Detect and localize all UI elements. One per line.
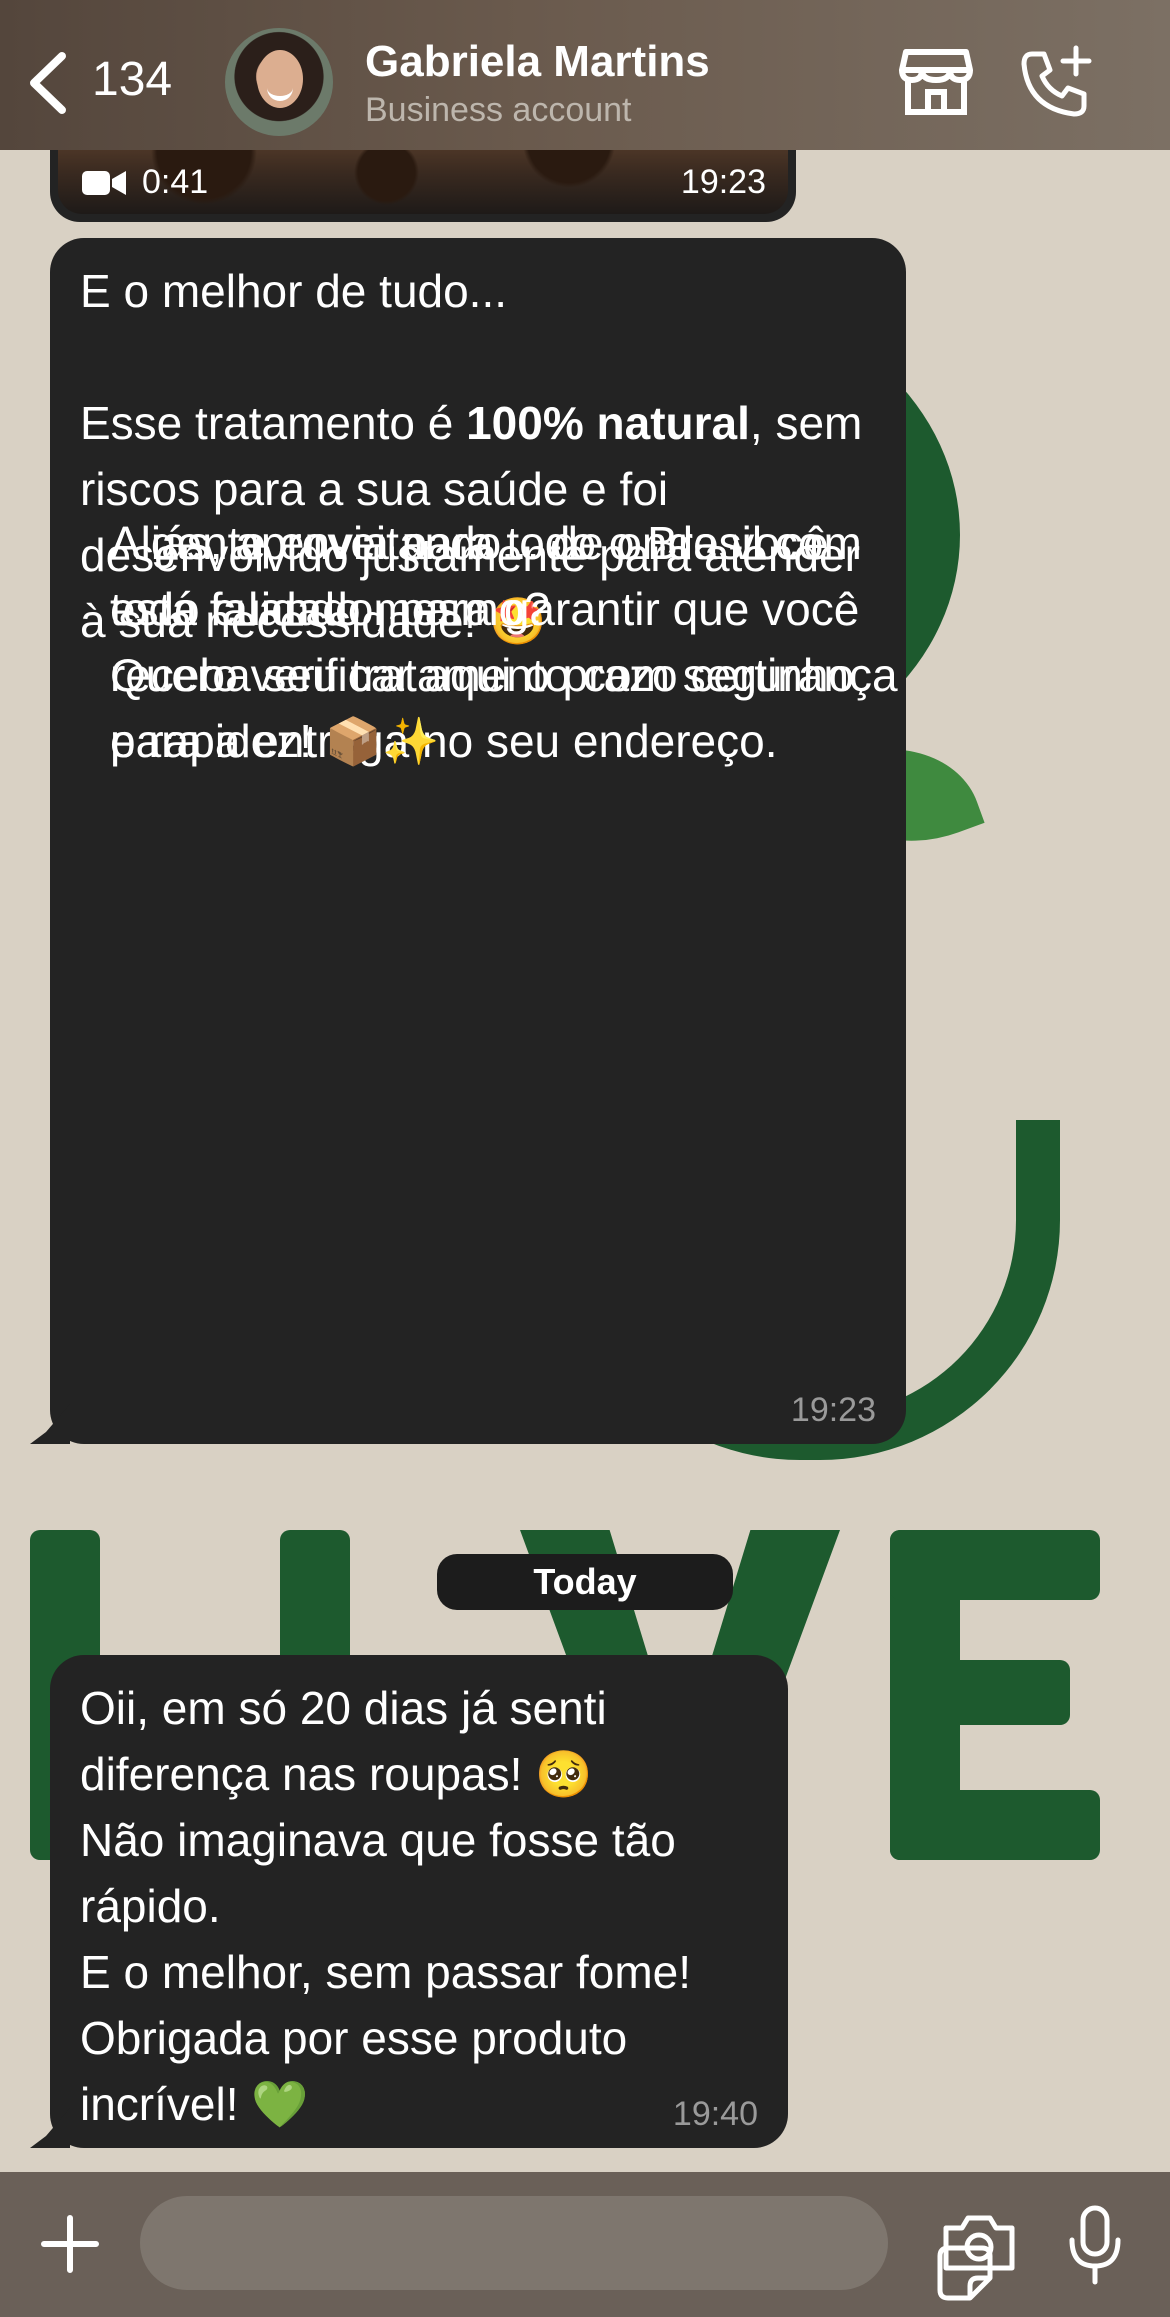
contact-name[interactable]: Gabriela Martins [365,36,710,88]
microphone-icon [1069,2205,1121,2285]
bubble-tail [30,2108,70,2148]
message-timestamp: 19:23 [680,163,766,201]
video-duration: 0:41 [142,163,209,201]
call-button[interactable] [1018,44,1094,120]
bubble-tail [30,1404,70,1444]
camera-icon [943,2215,1015,2271]
contact-subtitle: Business account [365,91,632,129]
chat-screen: 134 Gabriela Martins Business account 0:… [0,0,1170,2317]
incoming-message[interactable]: E o melhor de tudo... Esse tratamento é … [30,238,906,1444]
avatar[interactable] [225,28,333,136]
attach-button[interactable] [38,2212,102,2276]
catalog-button[interactable] [898,48,974,116]
voice-message-button[interactable] [1066,2204,1124,2286]
camera-button[interactable] [940,2212,1018,2274]
message-input[interactable] [140,2196,993,2301]
wallpaper-shape [890,1790,1100,1860]
date-divider: Today [437,1554,733,1610]
message-timestamp: 19:40 [672,2095,758,2133]
wallpaper-shape [890,1660,1070,1725]
chevron-left-icon [30,52,66,114]
store-icon [899,49,973,115]
wallpaper-shape [890,1530,1100,1600]
incoming-message[interactable]: Oii, em só 20 dias já senti diferença na… [30,1655,788,2148]
message-text: Oii, em só 20 dias já senti diferença na… [80,1682,692,2130]
plus-icon [41,2215,99,2273]
phone-add-icon [1021,45,1092,117]
message-text-part: Esse tratamento é [80,397,467,449]
composer-bar [0,2172,1170,2317]
message-text: E o melhor de tudo... [80,265,508,317]
chat-header: 134 Gabriela Martins Business account [0,0,1170,150]
message-text: A gente envia para todo o Brasil com tod… [110,517,911,767]
video-camera-icon [82,171,126,195]
back-button[interactable] [22,48,82,118]
message-timestamp: 19:23 [790,1391,876,1429]
unread-count[interactable]: 134 [92,52,172,108]
message-text-bold: 100% natural [466,397,750,449]
